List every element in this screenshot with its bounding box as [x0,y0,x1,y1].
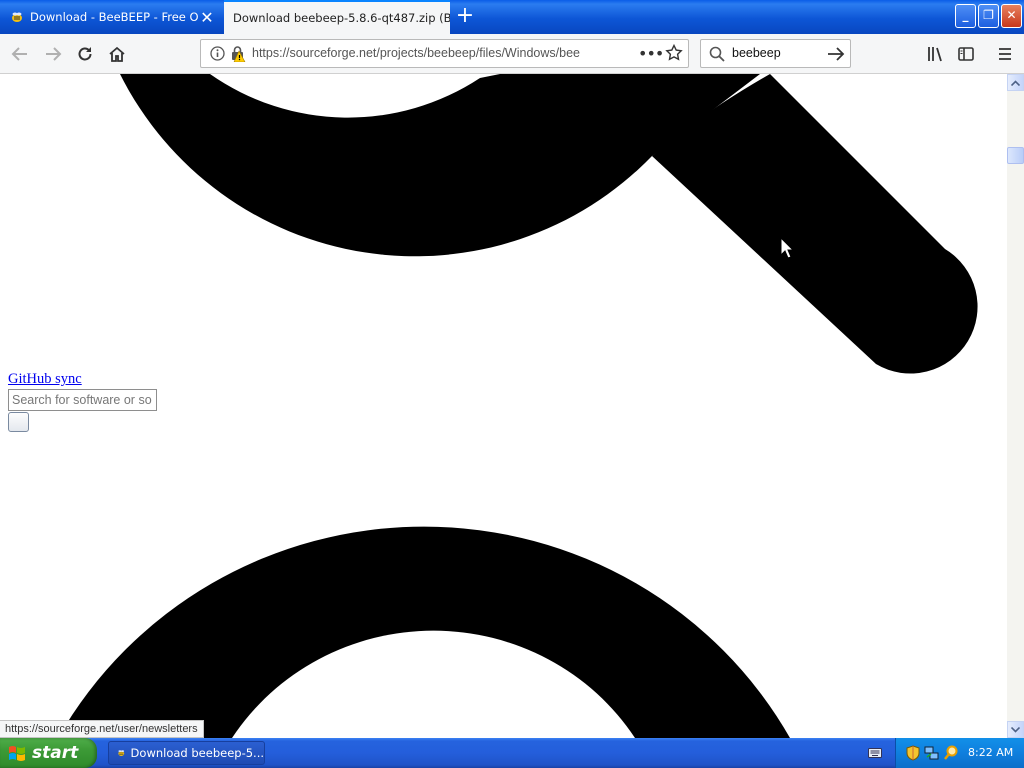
menu-button[interactable] [993,42,1017,66]
tab-label: Download - BeeBEEP - Free Office [30,10,198,24]
reload-button[interactable] [73,42,97,66]
scroll-up-arrow-icon[interactable] [1007,74,1024,91]
search-tray-icon[interactable] [943,745,959,764]
reload-icon [78,47,92,61]
close-tab-icon[interactable]: ✕ [198,8,216,27]
scroll-down-arrow-icon[interactable] [1007,721,1024,738]
navigation-toolbar: https://sourceforge.net/projects/beebeep… [0,34,1024,74]
sidebar-icon [958,47,974,61]
site-info-icon[interactable] [210,46,225,64]
bookmark-star-icon[interactable] [665,43,683,65]
vertical-scrollbar[interactable] [1007,74,1024,738]
back-button[interactable] [8,42,32,66]
start-label: start [32,743,79,763]
home-button[interactable] [105,42,129,66]
search-query: beebeep [732,46,781,60]
forward-arrow-icon [46,47,62,61]
forward-button[interactable] [41,42,65,66]
home-icon [109,46,125,62]
software-search-input[interactable] [8,389,157,411]
network-icon[interactable] [924,745,940,764]
bee-favicon-icon [10,10,24,24]
keyboard-icon[interactable] [868,747,882,762]
new-tab-button[interactable]: + [452,4,478,30]
security-shield-icon[interactable] [906,745,920,764]
system-tray: 8:22 AM [895,738,1024,768]
github-sync-link[interactable]: GitHub sync [8,371,82,388]
restore-window-button[interactable]: ❐ [978,4,999,28]
search-bar[interactable]: beebeep [700,39,851,68]
tab-zip-download[interactable]: Download beebeep-5.8.6-qt487.zip (Be [224,0,450,34]
browser-tab-strip: Download - BeeBEEP - Free Office ✕ Downl… [0,0,1024,34]
windows-taskbar: start Download beebeep-5... 8:22 AM [0,738,1024,768]
page-content: GitHub sync https://sourceforge.net/user… [0,74,1007,738]
back-arrow-icon [11,47,27,61]
windows-flag-icon [9,746,25,761]
tab-label: Download beebeep-5.8.6-qt487.zip (Be [233,11,450,25]
page-actions-icon[interactable]: ••• [638,44,664,63]
search-icon [709,46,725,65]
scroll-thumb[interactable] [1007,147,1024,164]
address-bar[interactable]: https://sourceforge.net/projects/beebeep… [200,39,689,68]
link-status-tooltip: https://sourceforge.net/user/newsletters [0,720,204,738]
start-button[interactable]: start [0,738,97,768]
taskbar-item-label: Download beebeep-5... [130,746,264,760]
software-search-button[interactable] [8,412,29,432]
insecure-lock-icon[interactable] [230,45,246,65]
hamburger-menu-icon [999,48,1011,60]
mouse-cursor-icon [780,237,794,259]
search-go-arrow-icon[interactable] [827,46,845,65]
sidebar-toggle-button[interactable] [954,42,978,66]
library-icon [928,47,942,62]
tab-beebeep-download[interactable]: Download - BeeBEEP - Free Office ✕ [0,1,224,33]
bee-favicon-icon [118,750,125,756]
taskbar-item-firefox[interactable]: Download beebeep-5... [108,741,265,765]
url-text: https://sourceforge.net/projects/beebeep… [252,46,580,60]
library-button[interactable] [923,42,947,66]
close-window-button[interactable]: ✕ [1001,4,1022,28]
minimize-window-button[interactable]: _ [955,4,976,28]
taskbar-clock: 8:22 AM [968,746,1014,759]
